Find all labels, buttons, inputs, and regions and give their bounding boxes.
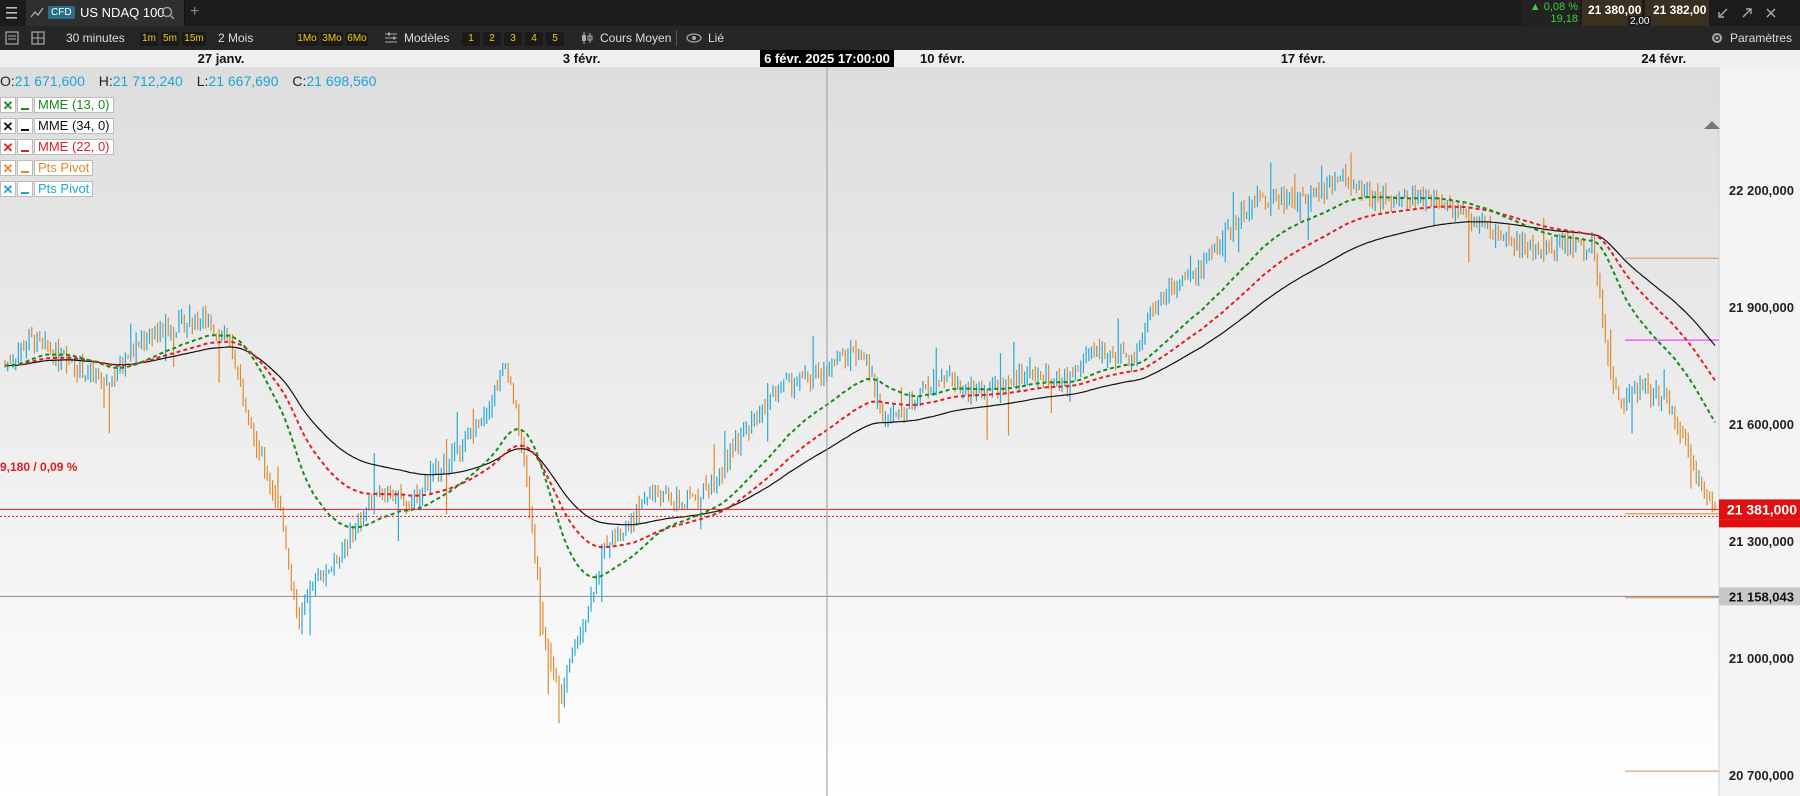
interval-15m-button[interactable]: 15m — [182, 32, 206, 46]
line-style-icon[interactable] — [17, 139, 33, 155]
layout-icon[interactable] — [30, 30, 46, 46]
price-tick-label: 21 600,000 — [1729, 417, 1794, 432]
indicator-label[interactable]: Pts Pivot — [34, 181, 94, 197]
cfd-badge: CFD — [48, 6, 75, 19]
link-button[interactable]: Lié — [708, 29, 724, 47]
gear-icon — [1712, 33, 1722, 43]
date-tick-label: 10 févr. — [920, 51, 965, 66]
ohlc-readout: O:21 671,600 H:21 712,240 L:21 667,690 C… — [0, 73, 376, 89]
chart-toolbar: 30 minutes 1m 5m 15m 2 Mois 1Mo 3Mo 6Mo … — [0, 26, 1800, 51]
top-bar: CFD US NDAQ 100 + ▲ 0,08 % 19,18 21 380,… — [0, 0, 1800, 27]
high-value: 21 712,240 — [112, 73, 183, 89]
settings-button[interactable]: Paramètres — [1730, 29, 1792, 47]
close-icon[interactable] — [1764, 6, 1778, 20]
line-style-icon[interactable] — [17, 160, 33, 176]
crosshair-date-label: 6 févr. 2025 17:00:00 — [764, 51, 890, 66]
period-6mo-button[interactable]: 6Mo — [346, 32, 368, 46]
low-label: L: — [196, 73, 209, 89]
line-style-icon[interactable] — [17, 118, 33, 134]
indicator-label[interactable]: MME (34, 0) — [34, 118, 114, 134]
period-3mo-button[interactable]: 3Mo — [321, 32, 343, 46]
templates-icon — [385, 32, 397, 43]
expand-icon[interactable] — [1740, 6, 1754, 20]
line-style-icon[interactable] — [17, 181, 33, 197]
price-tick-label: 21 300,000 — [1729, 534, 1794, 549]
instrument-name: US NDAQ 100 — [80, 5, 165, 20]
date-tick-label: 17 févr. — [1281, 51, 1326, 66]
templates-button[interactable]: Modèles — [404, 29, 449, 47]
change-value: 19,18 — [1550, 13, 1578, 25]
remove-indicator-icon[interactable]: ✕ — [0, 118, 16, 134]
search-icon[interactable] — [160, 5, 176, 21]
toolbar-separator — [676, 30, 677, 46]
date-axis-band — [0, 50, 1800, 67]
add-tab-button[interactable]: + — [190, 3, 199, 21]
price-tick-label: 21 000,000 — [1729, 651, 1794, 666]
remove-indicator-icon[interactable]: ✕ — [0, 139, 16, 155]
change-box: ▲ 0,08 % 19,18 — [1522, 0, 1580, 26]
indicator-label[interactable]: MME (22, 0) — [34, 139, 114, 155]
line-style-icon[interactable] — [17, 97, 33, 113]
indicator-label[interactable]: MME (13, 0) — [34, 97, 114, 113]
interval-5m-button[interactable]: 5m — [161, 32, 179, 46]
crosshair-price-label: 21 158,043 — [1729, 589, 1794, 604]
date-tick-label: 3 févr. — [563, 51, 601, 66]
close-label: C: — [292, 73, 307, 89]
change-line-label: 9,180 / 0,09 % — [0, 460, 78, 474]
workspace-4-button[interactable]: 4 — [525, 32, 543, 46]
last-price-label: 21 381,000 — [1727, 501, 1797, 517]
workspace-5-button[interactable]: 5 — [546, 32, 564, 46]
open-value: 21 671,600 — [14, 73, 85, 89]
close-value: 21 698,560 — [306, 73, 377, 89]
instrument-tab[interactable]: CFD US NDAQ 100 — [26, 0, 185, 26]
remove-indicator-icon[interactable]: ✕ — [0, 160, 16, 176]
chart-area[interactable]: 27 janv. 3 févr. 10 févr. 17 févr. 24 févr. 6… — [0, 50, 1800, 796]
price-tick-label: 21 900,000 — [1729, 300, 1794, 315]
last-price-box-tail — [1719, 519, 1800, 528]
period-1mo-button[interactable]: 1Mo — [296, 32, 318, 46]
low-value: 21 667,690 — [208, 73, 279, 89]
remove-indicator-icon[interactable]: ✕ — [0, 181, 16, 197]
collapse-icon[interactable] — [1716, 6, 1730, 20]
interval-1m-button[interactable]: 1m — [140, 32, 158, 46]
interval-select[interactable]: 30 minutes — [66, 29, 125, 47]
buy-price-button[interactable]: 21 382,00 — [1645, 0, 1709, 26]
high-label: H: — [98, 73, 113, 89]
date-tick-label: 27 janv. — [198, 51, 245, 66]
panel-icon[interactable] — [4, 30, 20, 46]
price-mode-select[interactable]: Cours Moyen — [600, 29, 671, 47]
price-tick-label: 20 700,000 — [1729, 768, 1794, 783]
date-tick-label: 24 févr. — [1641, 51, 1686, 66]
open-label: O: — [0, 73, 15, 89]
eye-icon — [686, 33, 702, 43]
plot-background — [0, 50, 1719, 796]
price-tick-label: 22 200,000 — [1729, 183, 1794, 198]
workspace-1-button[interactable]: 1 — [462, 32, 480, 46]
price-chart[interactable]: 27 janv. 3 févr. 10 févr. 17 févr. 24 févr. 6… — [0, 50, 1800, 796]
remove-indicator-icon[interactable]: ✕ — [0, 97, 16, 113]
ask-price: 21 382,00 — [1653, 3, 1707, 17]
period-select[interactable]: 2 Mois — [218, 29, 253, 47]
bid-price: 21 380,00 — [1588, 3, 1642, 17]
workspace-3-button[interactable]: 3 — [504, 32, 522, 46]
workspace-2-button[interactable]: 2 — [483, 32, 501, 46]
candle-icon — [582, 32, 593, 44]
indicator-label[interactable]: Pts Pivot — [34, 160, 94, 176]
menu-icon[interactable] — [2, 0, 22, 26]
chart-line-icon — [30, 7, 44, 18]
change-percent: ▲ 0,08 % — [1529, 1, 1578, 13]
